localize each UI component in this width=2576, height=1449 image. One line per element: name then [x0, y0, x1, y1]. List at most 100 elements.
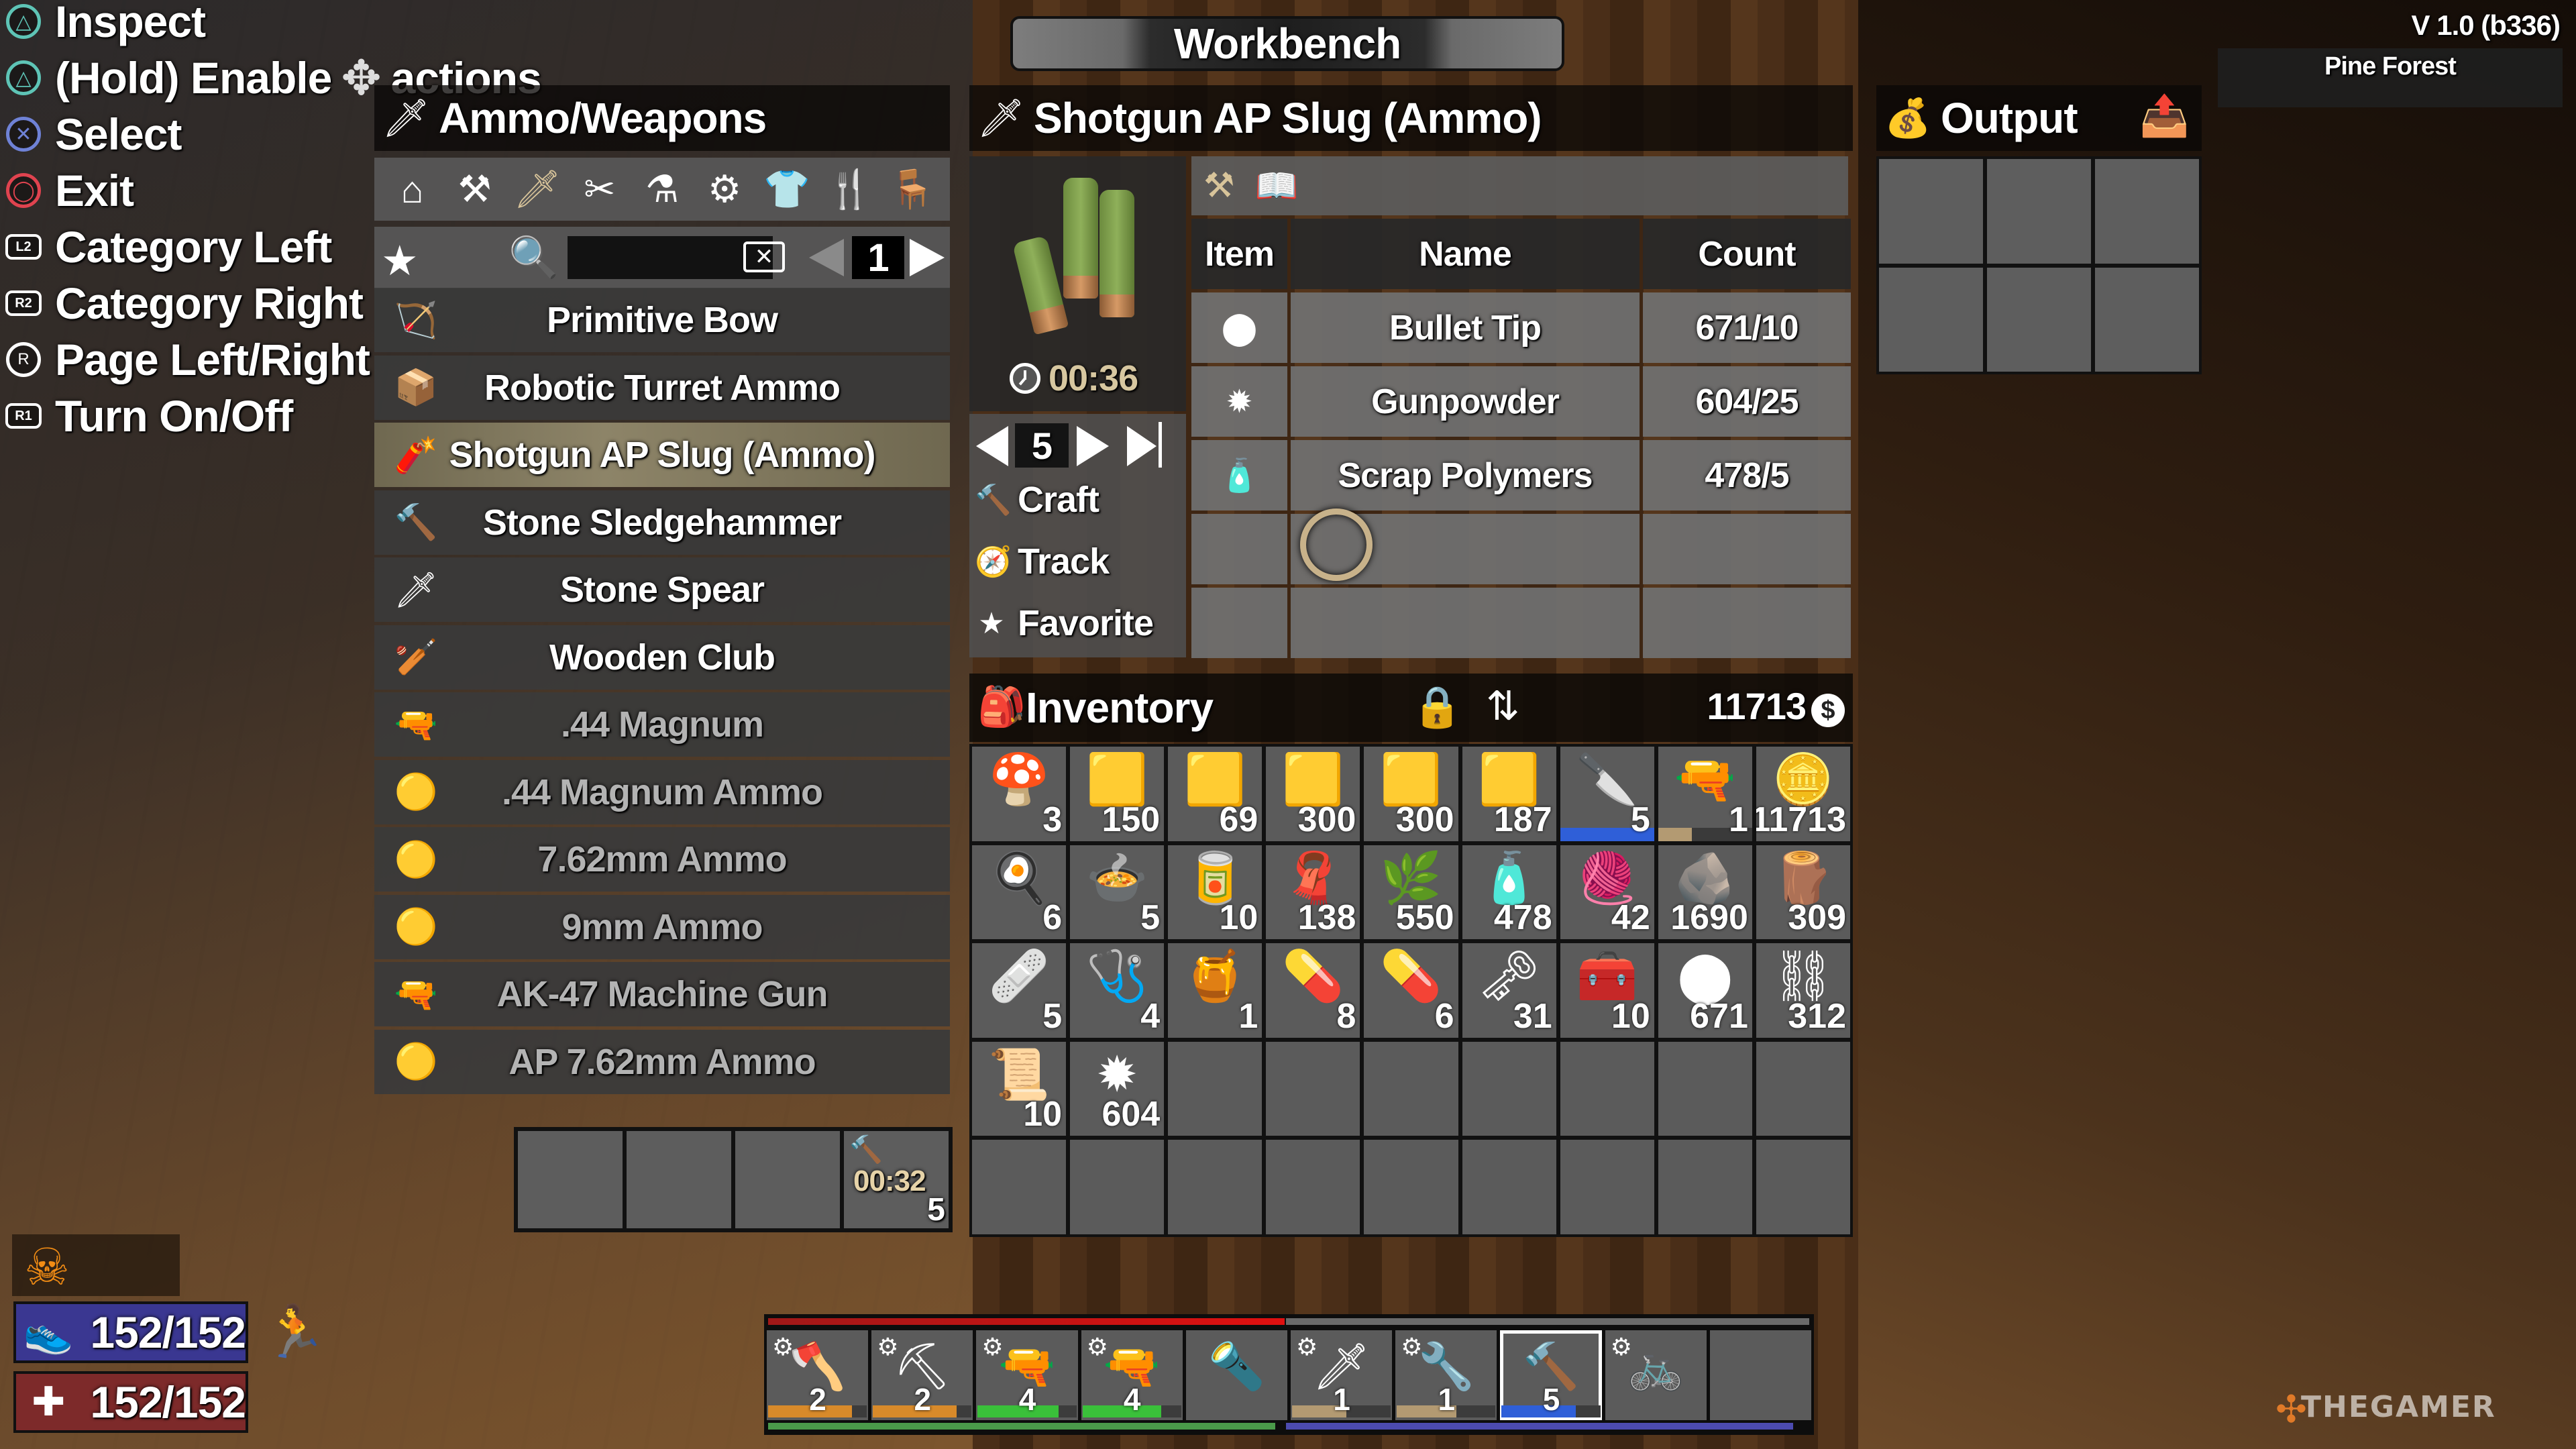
output-slot[interactable]: [2095, 267, 2199, 372]
inventory-slot[interactable]: 🔫 1: [1658, 747, 1752, 841]
inventory-slot[interactable]: [1168, 1140, 1263, 1234]
inventory-slot[interactable]: 🪙 11713: [1756, 747, 1850, 841]
inventory-slot[interactable]: 💊 6: [1364, 943, 1458, 1038]
inventory-slot[interactable]: [1070, 1140, 1165, 1234]
page-next-arrow[interactable]: [910, 239, 945, 276]
category-tools-tools-icon[interactable]: ✂: [574, 164, 625, 215]
inventory-slot[interactable]: 🗝 31: [1462, 943, 1556, 1038]
inventory-slot[interactable]: [1266, 1140, 1360, 1234]
output-slot[interactable]: [2095, 159, 2199, 264]
category-building-hammer-bricks-icon[interactable]: ⚒: [449, 164, 500, 215]
inventory-slot[interactable]: [1756, 1140, 1850, 1234]
inventory-slot[interactable]: 🟨 300: [1266, 747, 1360, 841]
queue-slot[interactable]: 🔨 00:32 5: [844, 1131, 949, 1228]
recipe-row[interactable]: 🟡 7.62mm Ammo: [374, 827, 950, 892]
inventory-slot[interactable]: 🍲 5: [1070, 845, 1165, 940]
inventory-slot[interactable]: 🩺 4: [1070, 943, 1165, 1038]
favorite-button[interactable]: ★ Favorite: [975, 596, 1154, 650]
quantity-increase-arrow[interactable]: [1077, 426, 1109, 466]
inventory-slot[interactable]: [1462, 1140, 1556, 1234]
toolbelt-slot[interactable]: 🚲 ⚙: [1605, 1330, 1707, 1420]
recipe-row[interactable]: 🗡 Stone Spear: [374, 557, 950, 622]
recipe-row[interactable]: 🔫 AK-47 Machine Gun: [374, 962, 950, 1026]
inventory-slot[interactable]: ⛓ 312: [1756, 943, 1850, 1038]
toolbelt-slot[interactable]: 🔨 5: [1500, 1330, 1602, 1420]
queue-slot[interactable]: [518, 1131, 623, 1228]
recipe-row[interactable]: 📦 Robotic Turret Ammo: [374, 355, 950, 420]
category-decor-armchair-icon[interactable]: 🪑: [886, 164, 937, 215]
recipe-row[interactable]: 🧨 Shotgun AP Slug (Ammo): [374, 423, 950, 487]
inventory-slot[interactable]: 🧰 10: [1560, 943, 1654, 1038]
sort-icon[interactable]: ⇅: [1486, 683, 1519, 730]
inventory-slot[interactable]: 🧶 42: [1560, 845, 1654, 940]
recipe-row[interactable]: 🏏 Wooden Club: [374, 625, 950, 690]
lock-slots-icon[interactable]: 🔒: [1412, 683, 1462, 731]
inventory-slot[interactable]: [1658, 1041, 1752, 1136]
recipe-row[interactable]: 🟡 .44 Magnum Ammo: [374, 759, 950, 824]
recipe-row[interactable]: 🏹 Primitive Bow: [374, 288, 950, 352]
inventory-slot[interactable]: 🍄 3: [972, 747, 1067, 841]
inventory-slot[interactable]: [1560, 1041, 1654, 1136]
category-ammo-weapons-knife-icon[interactable]: 🗡: [512, 164, 563, 215]
category-science-microscope-icon[interactable]: ⚗: [637, 164, 688, 215]
category-basics-house-icon[interactable]: ⌂: [387, 164, 438, 215]
inventory-slot[interactable]: 🩹 5: [972, 943, 1067, 1038]
toolbelt-slot[interactable]: 🗡 ⚙ 1: [1290, 1330, 1393, 1420]
inventory-slot[interactable]: 💊 8: [1266, 943, 1360, 1038]
inventory-slot[interactable]: 🍯 1: [1168, 943, 1263, 1038]
inventory-slot[interactable]: [1364, 1140, 1458, 1234]
toolbelt-slot[interactable]: 🔦: [1185, 1330, 1287, 1420]
quantity-max-arrow[interactable]: [1127, 426, 1157, 466]
toolbelt-slot[interactable]: ⛏ ⚙ 2: [871, 1330, 973, 1420]
inventory-slot[interactable]: 🟨 150: [1070, 747, 1165, 841]
inventory-slot[interactable]: 🟨 69: [1168, 747, 1263, 841]
inventory-slot[interactable]: [1560, 1140, 1654, 1234]
category-mods-gears-icon[interactable]: ⚙: [699, 164, 750, 215]
queue-slot[interactable]: [735, 1131, 840, 1228]
page-prev-arrow[interactable]: [809, 239, 844, 276]
inventory-slot[interactable]: 🟨 300: [1364, 747, 1458, 841]
toolbelt-slot[interactable]: 🔫 ⚙ 4: [1081, 1330, 1183, 1420]
recipe-row[interactable]: 🟡 9mm Ammo: [374, 894, 950, 959]
toolbelt-slot[interactable]: 🪓 ⚙ 2: [767, 1330, 869, 1420]
inventory-slot[interactable]: 📜 10: [972, 1041, 1067, 1136]
inventory-slot[interactable]: 🔪 5: [1560, 747, 1654, 841]
inventory-slot[interactable]: 🍳 6: [972, 845, 1067, 940]
inventory-slot[interactable]: [1266, 1041, 1360, 1136]
inventory-slot[interactable]: 🧣 138: [1266, 845, 1360, 940]
favorites-filter-star-icon[interactable]: ★: [381, 236, 419, 285]
quantity-value[interactable]: 5: [1015, 423, 1069, 468]
recipe-row[interactable]: 🔫 .44 Magnum: [374, 692, 950, 757]
inventory-slot[interactable]: [1364, 1041, 1458, 1136]
category-clothing-shirt-icon[interactable]: 👕: [761, 164, 812, 215]
output-slot[interactable]: [1879, 267, 1983, 372]
queue-slot[interactable]: [627, 1131, 731, 1228]
inventory-slot[interactable]: 🌿 550: [1364, 845, 1458, 940]
inventory-slot[interactable]: [1756, 1041, 1850, 1136]
quantity-decrease-arrow[interactable]: [976, 426, 1008, 466]
inventory-slot[interactable]: [972, 1140, 1067, 1234]
output-slot[interactable]: [1879, 159, 1983, 264]
take-all-box-icon[interactable]: 📤: [2139, 92, 2190, 140]
inventory-slot[interactable]: [1462, 1041, 1556, 1136]
inventory-slot[interactable]: 🪨 1690: [1658, 845, 1752, 940]
clear-search-icon[interactable]: ✕: [743, 241, 785, 272]
toolbelt-slot[interactable]: 🔧 ⚙ 1: [1395, 1330, 1497, 1420]
output-slot[interactable]: [1987, 267, 2091, 372]
inventory-slot[interactable]: ⬤ 671: [1658, 943, 1752, 1038]
output-slot[interactable]: [1987, 159, 2091, 264]
inventory-slot[interactable]: 🥫 10: [1168, 845, 1263, 940]
craft-button[interactable]: 🔨 Craft: [975, 473, 1099, 527]
inventory-slot[interactable]: ✹ 604: [1070, 1041, 1165, 1136]
inventory-slot[interactable]: [1658, 1140, 1752, 1234]
recipe-row[interactable]: 🔨 Stone Sledgehammer: [374, 490, 950, 555]
search-input[interactable]: [568, 236, 773, 279]
inventory-slot[interactable]: [1168, 1041, 1263, 1136]
inventory-slot[interactable]: 🧴 478: [1462, 845, 1556, 940]
toolbelt-slot[interactable]: 🔫 ⚙ 4: [976, 1330, 1078, 1420]
category-food-fork-icon[interactable]: 🍴: [824, 164, 875, 215]
recipe-row[interactable]: 🟡 AP 7.62mm Ammo: [374, 1029, 950, 1094]
toolbelt-slot[interactable]: [1709, 1330, 1811, 1420]
inventory-slot[interactable]: 🟨 187: [1462, 747, 1556, 841]
inventory-slot[interactable]: 🪵 309: [1756, 845, 1850, 940]
